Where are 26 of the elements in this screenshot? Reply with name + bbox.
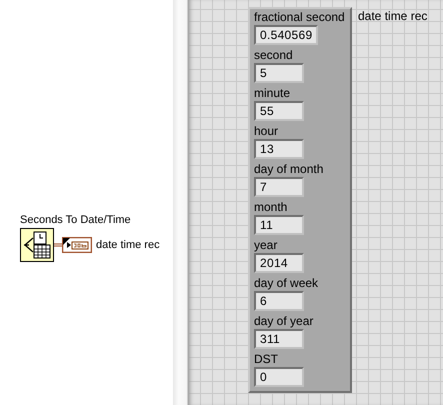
indicator-label: date time rec <box>96 239 160 251</box>
numeric-indicator: 0 <box>254 367 304 387</box>
cluster-label: date time rec <box>358 9 428 23</box>
clock-calendar-icon[interactable] <box>20 228 54 262</box>
field-label: minute <box>254 86 290 101</box>
numeric-indicator: 2014 <box>254 253 304 273</box>
field-label: day of month <box>254 162 324 177</box>
numeric-indicator: 7 <box>254 177 304 197</box>
field-label: fractional second <box>254 10 345 25</box>
numeric-indicator: 55 <box>254 101 304 121</box>
numeric-indicator: 6 <box>254 291 304 311</box>
field-label: DST <box>254 352 278 367</box>
cluster-terminal-icon[interactable] <box>62 237 92 253</box>
numeric-indicator: 0.540569 <box>254 25 318 45</box>
field-label: month <box>254 200 288 215</box>
field-label: day of week <box>254 276 318 291</box>
numeric-indicator: 11 <box>254 215 304 235</box>
field-label: hour <box>254 124 278 139</box>
numeric-indicator: 311 <box>254 329 304 349</box>
numeric-indicator: 13 <box>254 139 304 159</box>
field-label: day of year <box>254 314 314 329</box>
field-label: year <box>254 238 278 253</box>
wire <box>54 243 62 247</box>
numeric-indicator: 5 <box>254 63 304 83</box>
field-label: second <box>254 48 293 63</box>
function-label: Seconds To Date/Time <box>20 214 132 226</box>
